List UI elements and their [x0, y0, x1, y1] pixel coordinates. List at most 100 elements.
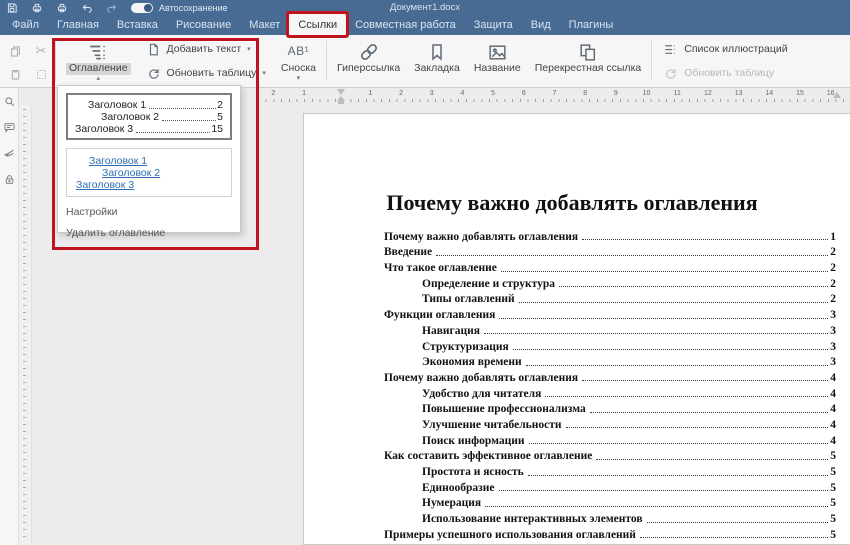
- document-heading: Почему важно добавлять оглавления: [382, 190, 762, 216]
- toc-page-number: 4: [830, 435, 836, 447]
- ruler-number: 4: [447, 90, 478, 97]
- cross-reference-button[interactable]: Перекрестная ссылка: [528, 37, 648, 85]
- toc-entry-text: Структуризация: [422, 341, 509, 353]
- ribbon-tab[interactable]: Плагины: [560, 14, 623, 35]
- toc-page-number: 4: [830, 419, 836, 431]
- hyperlink-button[interactable]: Гиперссылка: [330, 37, 407, 85]
- toc-page-number: 2: [830, 262, 836, 274]
- figures-update-button[interactable]: Обновить таблицу: [659, 63, 791, 84]
- toc-style-links[interactable]: Заголовок 1 Заголовок 2 Заголовок 3: [66, 148, 232, 197]
- ruler-number: 1: [355, 90, 386, 97]
- bookmark-button[interactable]: Закладка: [407, 37, 467, 85]
- navigation-icon[interactable]: [3, 147, 16, 160]
- toc-preview-link-row: Заголовок 3: [76, 179, 222, 191]
- toc-entry[interactable]: Почему важно добавлять оглавления 4: [384, 368, 836, 384]
- toc-style-classic[interactable]: Заголовок 1 2 Заголовок 2 5 Заголовок 3 …: [66, 93, 232, 140]
- toc-entry[interactable]: Поиск информации 4: [384, 431, 836, 447]
- toc-entry[interactable]: Как составить эффективное оглавление 5: [384, 447, 836, 463]
- ribbon-tab[interactable]: Макет: [240, 14, 289, 35]
- autosave-toggle[interactable]: [131, 3, 153, 13]
- toc-entry[interactable]: Функции оглавления 3: [384, 305, 836, 321]
- right-indent-marker[interactable]: [833, 92, 841, 98]
- toc-preview-row: Заголовок 3 15: [75, 123, 223, 135]
- ruler-number: 16: [815, 90, 846, 97]
- toc-entry[interactable]: Нумерация 5: [384, 494, 836, 510]
- toc-leader-dots: [582, 239, 828, 240]
- toc-entry-text: Определение и структура: [422, 278, 555, 290]
- refresh-icon: [663, 66, 678, 81]
- first-line-indent-marker[interactable]: [337, 89, 345, 95]
- comments-icon[interactable]: [3, 121, 16, 134]
- toc-preview-heading: Заголовок 1: [88, 99, 146, 111]
- bookmark-label: Закладка: [414, 63, 460, 75]
- toc-button-label: Оглавление: [66, 63, 131, 75]
- toc-entry[interactable]: Определение и структура 2: [384, 274, 836, 290]
- document-page[interactable]: Почему важно добавлять оглавления Почему…: [303, 113, 850, 545]
- left-indent-marker[interactable]: [338, 101, 344, 104]
- toc-entry[interactable]: Повышение профессионализма 4: [384, 400, 836, 416]
- toc-entry[interactable]: Использование интерактивных элементов 5: [384, 509, 836, 525]
- toc-entry[interactable]: Удобство для читателя 4: [384, 384, 836, 400]
- toc-entry[interactable]: Навигация 3: [384, 321, 836, 337]
- print-icon[interactable]: [31, 2, 43, 14]
- toc-entry[interactable]: Типы оглавлений 2: [384, 290, 836, 306]
- toc-entry[interactable]: Введение 2: [384, 243, 836, 259]
- undo-icon[interactable]: [81, 2, 93, 14]
- ruler-number: 8: [570, 90, 601, 97]
- toc-entry[interactable]: Улучшение читабельности 4: [384, 415, 836, 431]
- toc-entry[interactable]: Структуризация 3: [384, 337, 836, 353]
- cut-icon[interactable]: ✂: [32, 40, 50, 62]
- toc-leader-dots: [566, 427, 829, 428]
- caption-button[interactable]: Название: [467, 37, 528, 85]
- toc-entry-text: Единообразие: [422, 482, 495, 494]
- ribbon-tab[interactable]: Главная: [48, 14, 108, 35]
- figures-list-icon: [663, 42, 678, 57]
- save-icon[interactable]: [6, 2, 18, 14]
- document-toc: Почему важно добавлять оглавления 1 Введ…: [384, 227, 836, 541]
- footnote-button[interactable]: AB¹ Сноска ▾: [274, 37, 323, 85]
- update-table-button[interactable]: Обновить таблицу ▾: [142, 63, 270, 84]
- select-icon[interactable]: [32, 63, 50, 85]
- ribbon-tab[interactable]: Совместная работа: [346, 14, 465, 35]
- toc-entry-text: Как составить эффективное оглавление: [384, 450, 592, 462]
- ribbon-tab[interactable]: Файл: [3, 14, 48, 35]
- ribbon-tab[interactable]: Вид: [522, 14, 560, 35]
- toc-entry[interactable]: Примеры успешного использования оглавлен…: [384, 525, 836, 541]
- app-window: Документ1.docx Автосохранение Файл: [0, 0, 850, 545]
- vertical-ruler[interactable]: [19, 105, 32, 545]
- toc-actions-stack: Добавить текст ▾ Обновить таблицу ▾: [138, 37, 274, 85]
- toc-entry[interactable]: Почему важно добавлять оглавления 1: [384, 227, 836, 243]
- toc-page-number: 4: [830, 388, 836, 400]
- toc-leader-dots: [499, 490, 829, 491]
- toc-entry-text: Поиск информации: [422, 435, 525, 447]
- toc-entry[interactable]: Экономия времени 3: [384, 353, 836, 369]
- ribbon-tab[interactable]: Вставка: [108, 14, 167, 35]
- horizontal-ruler[interactable]: 21 1234567891011121314151617: [258, 88, 850, 105]
- add-text-button[interactable]: Добавить текст ▾: [142, 39, 270, 60]
- toc-remove-item[interactable]: Удалить оглавление: [66, 227, 232, 239]
- toc-icon: [87, 41, 109, 63]
- search-icon[interactable]: [3, 95, 16, 108]
- toc-entry[interactable]: Что такое оглавление 2: [384, 258, 836, 274]
- toc-preview-link: Заголовок 3: [76, 179, 134, 191]
- quick-print-icon[interactable]: [56, 2, 68, 14]
- toc-settings-item[interactable]: Настройки: [66, 206, 232, 218]
- copy-icon[interactable]: [6, 40, 24, 62]
- toc-entry-text: Нумерация: [422, 497, 481, 509]
- toc-entry[interactable]: Простота и ясность 5: [384, 462, 836, 478]
- ribbon-tab[interactable]: Защита: [465, 14, 522, 35]
- toc-leader-dots: [436, 255, 828, 256]
- protection-icon[interactable]: [3, 173, 16, 186]
- ribbon-tab[interactable]: Ссылки: [289, 14, 346, 35]
- toc-preview-link-row: Заголовок 1: [76, 155, 222, 167]
- ruler-number: 12: [693, 90, 724, 97]
- paste-icon[interactable]: [6, 63, 24, 85]
- figures-list-button[interactable]: Список иллюстраций: [659, 39, 791, 60]
- table-of-contents-button[interactable]: Оглавление ▴: [59, 37, 138, 85]
- toc-entry[interactable]: Единообразие 5: [384, 478, 836, 494]
- toolbar-separator: [651, 41, 652, 81]
- redo-icon[interactable]: [106, 2, 118, 14]
- ribbon-tab[interactable]: Рисование: [167, 14, 240, 35]
- toc-preview-page: 5: [217, 111, 223, 123]
- refresh-icon: [146, 66, 161, 81]
